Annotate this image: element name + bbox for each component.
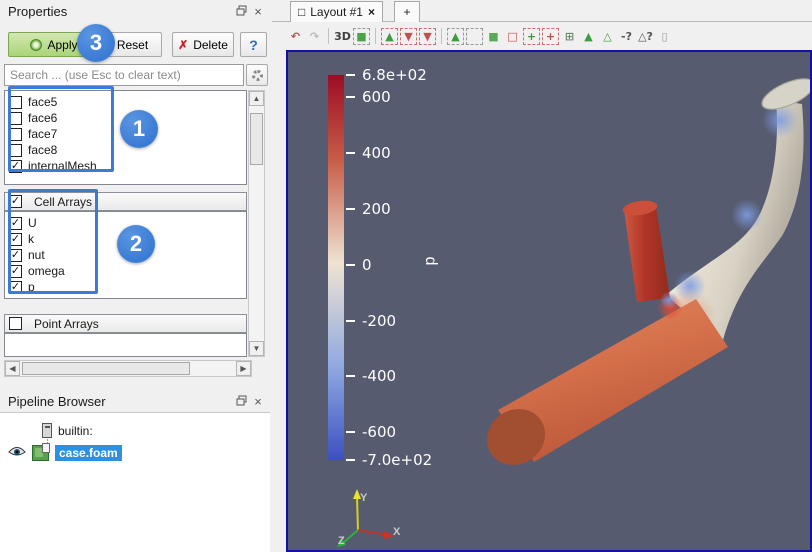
axis-x-label: X (393, 526, 400, 538)
close-dock-icon[interactable]: × (251, 395, 265, 409)
search-options-button[interactable] (246, 64, 268, 86)
legend-min-label: -7.0e+02 (362, 451, 432, 469)
camera-redo-icon[interactable]: ↷ (306, 28, 323, 45)
annotation-circle-3: 3 (77, 24, 115, 62)
selection-query-cells-icon[interactable]: -? (618, 28, 635, 45)
server-icon (42, 423, 52, 438)
scroll-up-icon[interactable]: ▲ (249, 91, 264, 106)
point-arrays-label: Point Arrays (34, 317, 99, 331)
annotation-box-2 (8, 189, 98, 294)
toolbar-separator (328, 28, 329, 44)
float-dock-icon[interactable] (234, 395, 248, 409)
legend-title: p (421, 257, 439, 266)
gear-icon (252, 70, 263, 81)
color-legend-bar[interactable] (328, 75, 344, 460)
tab-label: Layout #1 (310, 5, 363, 19)
hscroll-thumb[interactable] (22, 362, 190, 375)
render-viewport[interactable]: 6004002000-200-400-600 6.8e+02 -7.0e+02 … (286, 50, 812, 552)
render-view-toolbar: ↶↷3D■▲▼▼▲■□++⊞▲△-?△?▯ (272, 22, 812, 50)
vscroll-thumb[interactable] (250, 113, 263, 165)
help-button[interactable]: ? (240, 32, 267, 57)
select-cells-polygon-icon[interactable]: ■ (485, 28, 502, 45)
tab-layout-1[interactable]: □ Layout #1 × (290, 1, 383, 22)
find-data-icon[interactable]: ⊞ (561, 28, 578, 45)
legend-tick-label: -600 (362, 423, 396, 441)
select-frustum-cells-icon[interactable]: ▼ (419, 28, 436, 45)
case-foam-label[interactable]: case.foam (55, 445, 122, 461)
properties-title: Properties (8, 4, 67, 19)
legend-tick-mark (346, 74, 355, 76)
axis-y-label: Y (360, 492, 367, 504)
select-points-polygon-icon[interactable]: □ (504, 28, 521, 45)
legend-tick-mark (346, 459, 355, 461)
help-icon: ? (249, 37, 258, 53)
legend-tick-label: -400 (362, 367, 396, 385)
delete-button[interactable]: ✗ Delete (172, 32, 234, 57)
annotation-circle-2: 2 (117, 225, 155, 263)
legend-tick-mark (346, 152, 355, 154)
pipeline-item-builtin[interactable]: builtin: (42, 423, 93, 438)
hover-points-icon[interactable]: △ (599, 28, 616, 45)
interactive-select-points-icon[interactable]: + (542, 28, 559, 45)
capture-screenshot-icon[interactable]: ■ (353, 28, 370, 45)
toolbar-separator (441, 28, 442, 44)
scroll-down-icon[interactable]: ▼ (249, 341, 264, 356)
legend-tick-mark (346, 320, 355, 322)
legend-tick-mark (346, 96, 355, 98)
legend-tick-mark (346, 375, 355, 377)
properties-dock-titlebar: Properties × (0, 0, 270, 24)
pipeline-item-case-foam[interactable]: case.foam (8, 445, 122, 461)
new-layout-tab[interactable]: + (394, 1, 420, 22)
visibility-eye-icon[interactable] (8, 446, 26, 461)
legend-tick-mark (346, 264, 355, 266)
select-block-icon[interactable] (466, 28, 483, 45)
select-points-on-icon[interactable]: ▼ (400, 28, 417, 45)
scroll-left-icon[interactable]: ◀ (5, 361, 20, 376)
float-dock-icon[interactable] (234, 5, 248, 19)
select-cells-on-icon[interactable]: ▲ (381, 28, 398, 45)
foam-source-icon (32, 445, 49, 461)
pipeline-dock-titlebar: Pipeline Browser × (0, 390, 270, 414)
properties-vscrollbar[interactable]: ▲ ▼ (248, 90, 265, 357)
legend-tick-label: 600 (362, 88, 391, 106)
legend-tick-label: 400 (362, 144, 391, 162)
close-dock-icon[interactable]: × (251, 5, 265, 19)
select-frustum-points-icon[interactable]: ▲ (447, 28, 464, 45)
legend-max-label: 6.8e+02 (362, 66, 427, 84)
maximize-icon[interactable]: □ (298, 5, 305, 19)
pipeline-browser-title: Pipeline Browser (8, 394, 106, 409)
builtin-label: builtin: (58, 424, 93, 438)
legend-tick-mark (346, 431, 355, 433)
camera-undo-icon[interactable]: ↶ (287, 28, 304, 45)
point-arrays-list (4, 333, 247, 357)
layout-tabbar: □ Layout #1 × + (272, 0, 812, 22)
selection-query-points-icon[interactable]: △? (637, 28, 654, 45)
annotation-box-1 (8, 86, 114, 172)
pipe-geometry (288, 52, 810, 550)
view-3d-toggle[interactable]: 3D (334, 28, 351, 45)
properties-hscrollbar[interactable]: ◀ ▶ (4, 360, 252, 377)
annotation-circle-1: 1 (120, 110, 158, 148)
point-arrays-checkbox[interactable] (9, 317, 22, 330)
apply-icon (30, 39, 42, 51)
scroll-right-icon[interactable]: ▶ (236, 361, 251, 376)
toolbar-separator (375, 28, 376, 44)
legend-tick-label: -200 (362, 312, 396, 330)
pipe-branch-cylinder (624, 206, 670, 302)
clear-selection-icon[interactable]: ▯ (656, 28, 673, 45)
interactive-select-cells-icon[interactable]: + (523, 28, 540, 45)
point-arrays-header[interactable]: Point Arrays (4, 314, 247, 333)
hover-cells-icon[interactable]: ▲ (580, 28, 597, 45)
close-tab-icon[interactable]: × (368, 5, 375, 19)
legend-tick-label: 200 (362, 200, 391, 218)
axis-z-label: Z (338, 535, 345, 547)
pipeline-tree: builtin: case.foam (0, 412, 270, 552)
legend-tick-label: 0 (362, 256, 372, 274)
search-input[interactable] (4, 64, 244, 86)
paraview-window: Properties × Apply Reset ✗ Delete ? face… (0, 0, 812, 552)
delete-icon: ✗ (178, 38, 188, 52)
legend-tick-mark (346, 208, 355, 210)
